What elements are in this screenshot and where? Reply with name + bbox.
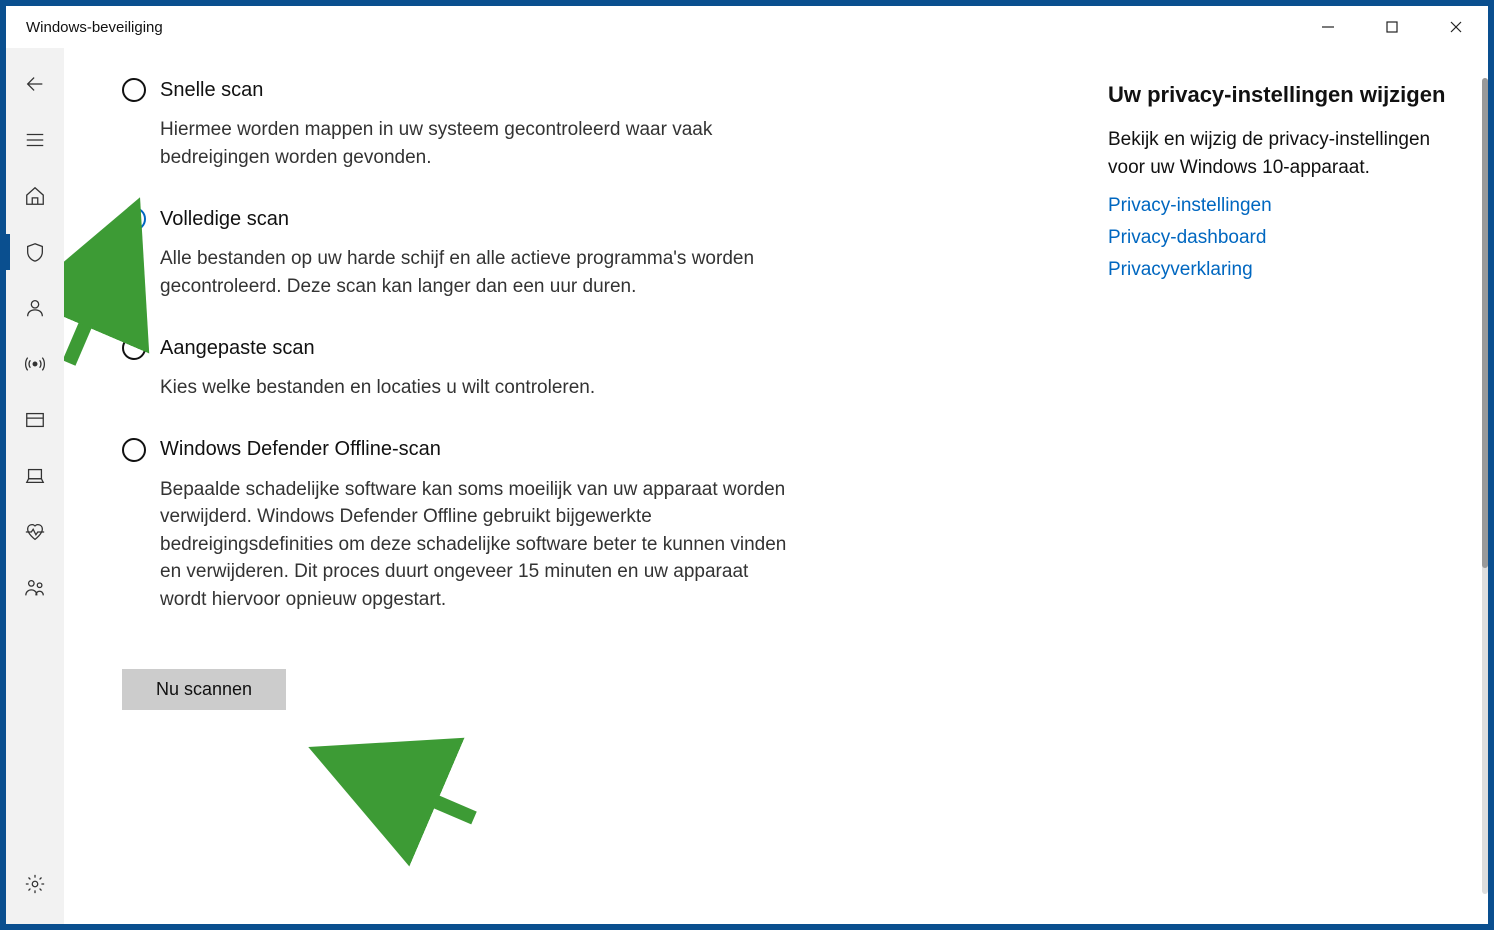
radio-icon bbox=[122, 438, 146, 462]
sidebar-item-device-performance[interactable] bbox=[6, 504, 64, 560]
shield-icon bbox=[24, 241, 46, 263]
content-area: Snelle scan Hiermee worden mappen in uw … bbox=[6, 48, 1488, 924]
radio-offline-scan[interactable]: Windows Defender Offline-scan bbox=[122, 438, 822, 462]
window-controls bbox=[1296, 6, 1488, 48]
window-title: Windows-beveiliging bbox=[26, 19, 163, 36]
hamburger-icon bbox=[24, 129, 46, 151]
hamburger-menu-button[interactable] bbox=[6, 112, 64, 168]
family-icon bbox=[24, 577, 46, 599]
option-description: Alle bestanden op uw harde schijf en all… bbox=[160, 245, 800, 300]
scan-options-group: Snelle scan Hiermee worden mappen in uw … bbox=[122, 78, 822, 884]
privacy-heading: Uw privacy-instellingen wijzigen bbox=[1108, 82, 1448, 108]
scrollbar-thumb[interactable] bbox=[1482, 78, 1488, 568]
scan-option-full: Volledige scan Alle bestanden op uw hard… bbox=[122, 207, 822, 300]
option-description: Bepaalde schadelijke software kan soms m… bbox=[160, 476, 800, 614]
close-icon bbox=[1449, 20, 1463, 34]
option-description: Hiermee worden mappen in uw systeem geco… bbox=[160, 116, 800, 171]
laptop-icon bbox=[24, 465, 46, 487]
back-arrow-icon bbox=[24, 73, 46, 95]
radio-icon bbox=[122, 78, 146, 102]
sidebar-item-account-protection[interactable] bbox=[6, 280, 64, 336]
privacy-text: Bekijk en wijzig de privacy-instellingen… bbox=[1108, 126, 1448, 181]
scan-option-quick: Snelle scan Hiermee worden mappen in uw … bbox=[122, 78, 822, 171]
radio-icon bbox=[122, 336, 146, 360]
sidebar-item-device-security[interactable] bbox=[6, 448, 64, 504]
maximize-button[interactable] bbox=[1360, 6, 1424, 48]
radio-quick-scan[interactable]: Snelle scan bbox=[122, 78, 822, 102]
sidebar bbox=[6, 48, 64, 924]
sidebar-item-firewall[interactable] bbox=[6, 336, 64, 392]
radio-custom-scan[interactable]: Aangepaste scan bbox=[122, 336, 822, 360]
gear-icon bbox=[24, 873, 46, 895]
minimize-icon bbox=[1321, 20, 1335, 34]
back-button[interactable] bbox=[6, 56, 64, 112]
sidebar-item-virus-protection[interactable] bbox=[6, 224, 64, 280]
main-content: Snelle scan Hiermee worden mappen in uw … bbox=[64, 48, 1488, 924]
sidebar-item-settings[interactable] bbox=[6, 856, 64, 912]
titlebar: Windows-beveiliging bbox=[6, 6, 1488, 48]
sidebar-item-family-options[interactable] bbox=[6, 560, 64, 616]
maximize-icon bbox=[1385, 20, 1399, 34]
antenna-icon bbox=[24, 353, 46, 375]
privacy-panel: Uw privacy-instellingen wijzigen Bekijk … bbox=[1108, 78, 1448, 884]
link-privacy-dashboard[interactable]: Privacy-dashboard bbox=[1108, 227, 1448, 249]
link-privacy-settings[interactable]: Privacy-instellingen bbox=[1108, 195, 1448, 217]
scan-option-offline: Windows Defender Offline-scan Bepaalde s… bbox=[122, 438, 822, 614]
sidebar-item-home[interactable] bbox=[6, 168, 64, 224]
scrollbar[interactable] bbox=[1482, 78, 1488, 894]
scan-option-custom: Aangepaste scan Kies welke bestanden en … bbox=[122, 336, 822, 402]
app-window-icon bbox=[24, 409, 46, 431]
link-privacy-statement[interactable]: Privacyverklaring bbox=[1108, 259, 1448, 281]
minimize-button[interactable] bbox=[1296, 6, 1360, 48]
option-label: Snelle scan bbox=[160, 79, 263, 102]
option-label: Aangepaste scan bbox=[160, 337, 315, 360]
close-button[interactable] bbox=[1424, 6, 1488, 48]
option-label: Volledige scan bbox=[160, 208, 289, 231]
heart-icon bbox=[24, 521, 46, 543]
radio-full-scan[interactable]: Volledige scan bbox=[122, 207, 822, 231]
option-description: Kies welke bestanden en locaties u wilt … bbox=[160, 374, 800, 402]
window: Windows-beveiliging bbox=[6, 6, 1488, 924]
radio-icon bbox=[122, 207, 146, 231]
scan-now-button[interactable]: Nu scannen bbox=[122, 669, 286, 710]
person-icon bbox=[24, 297, 46, 319]
option-label: Windows Defender Offline-scan bbox=[160, 438, 441, 461]
home-icon bbox=[24, 185, 46, 207]
sidebar-item-app-browser-control[interactable] bbox=[6, 392, 64, 448]
